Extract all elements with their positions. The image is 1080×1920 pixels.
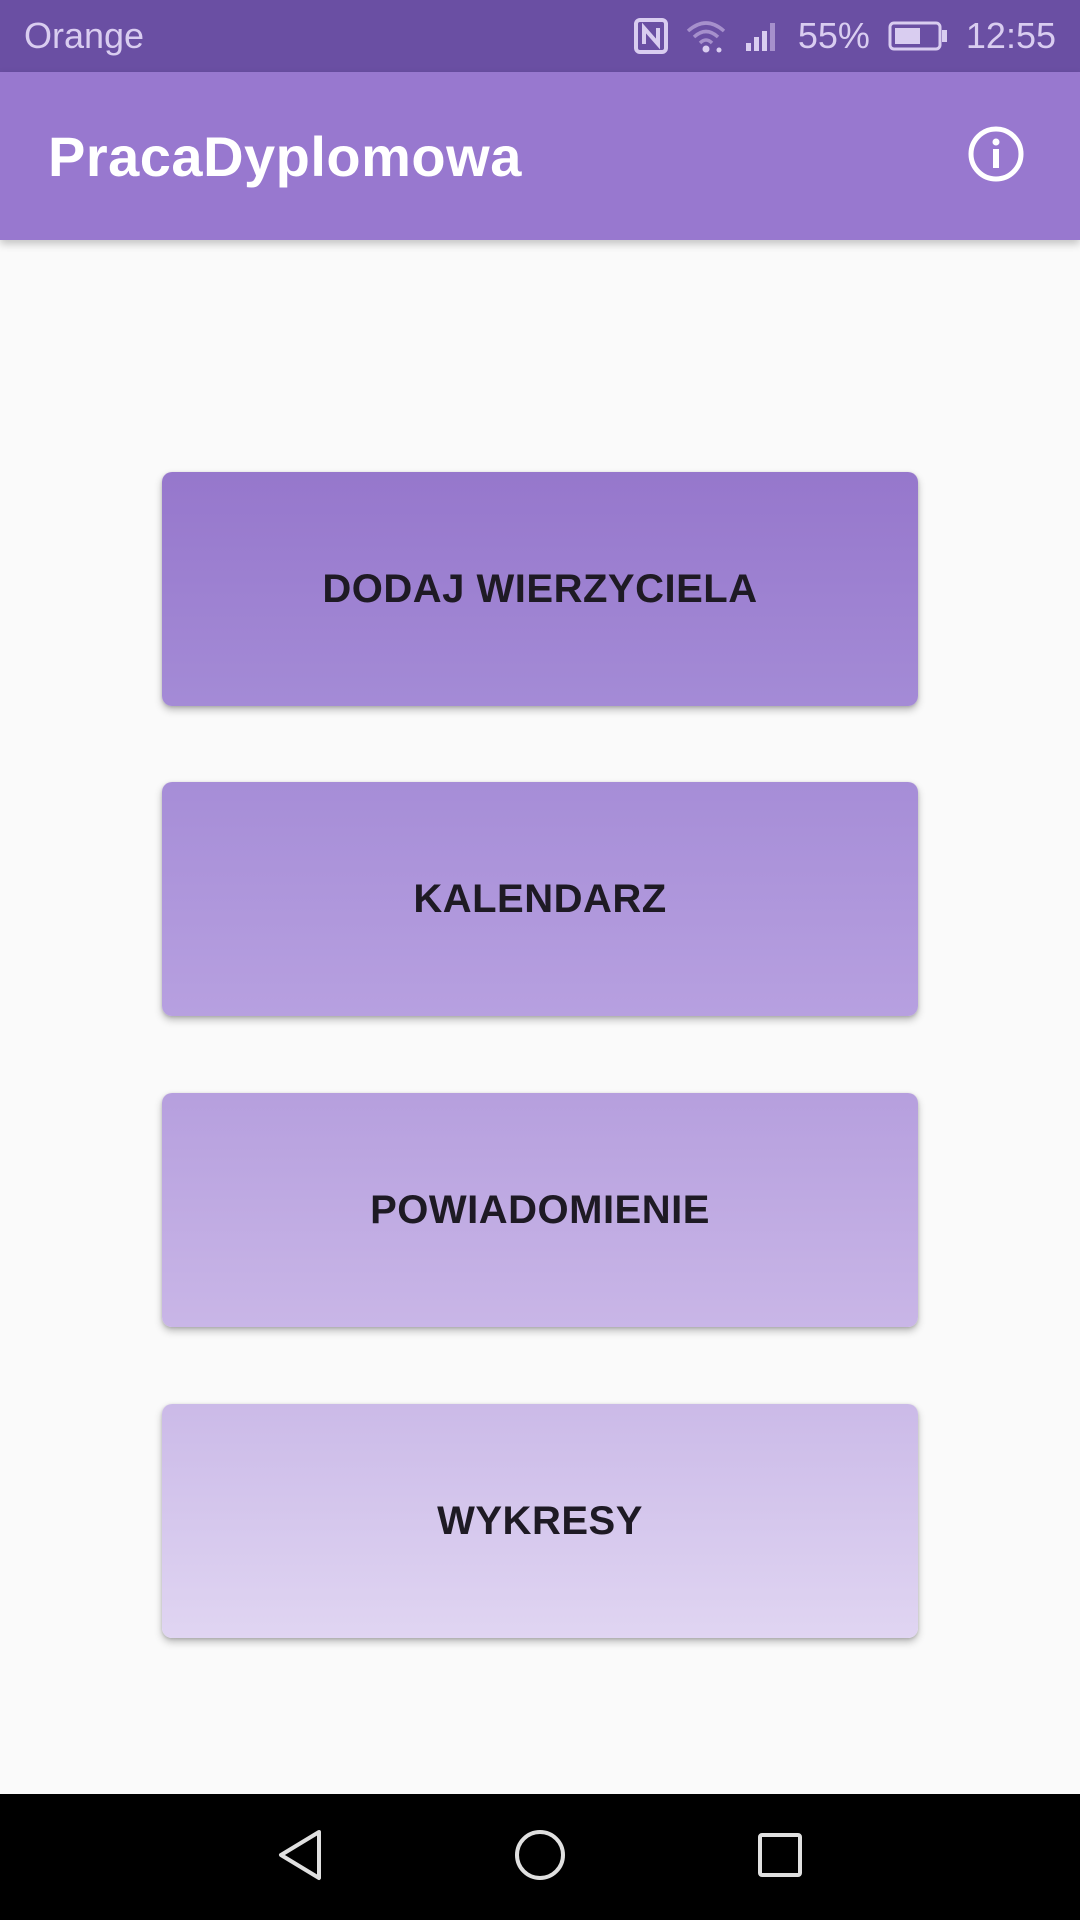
navigation-bar xyxy=(0,1794,1080,1920)
status-indicators: 55% 12:55 xyxy=(633,15,1056,57)
notification-button[interactable]: POWIADOMIENIE xyxy=(162,1093,918,1327)
nfc-icon xyxy=(633,18,668,54)
signal-icon xyxy=(744,19,780,53)
screen: Orange 55% 12:55 PracaDyplomowa DODAJ WI… xyxy=(0,0,1080,1920)
carrier-name: Orange xyxy=(24,15,145,56)
add-creditor-button[interactable]: DODAJ WIERZYCIELA xyxy=(162,472,918,706)
status-bar: Orange 55% 12:55 xyxy=(0,0,1080,72)
recents-button[interactable] xyxy=(720,1794,840,1920)
back-icon xyxy=(275,1828,325,1887)
wifi-icon xyxy=(686,19,726,53)
home-button[interactable] xyxy=(480,1794,600,1920)
charts-button[interactable]: WYKRESY xyxy=(162,1404,918,1638)
home-icon xyxy=(513,1828,567,1887)
clock: 12:55 xyxy=(965,15,1056,56)
back-button[interactable] xyxy=(240,1794,360,1920)
info-button[interactable] xyxy=(960,120,1032,192)
battery-percent: 55% xyxy=(797,15,870,56)
battery-icon xyxy=(888,21,948,51)
app-bar: PracaDyplomowa xyxy=(0,72,1080,240)
recents-icon xyxy=(756,1831,804,1884)
app-title: PracaDyplomowa xyxy=(48,124,522,188)
calendar-button[interactable]: KALENDARZ xyxy=(162,782,918,1016)
info-icon xyxy=(966,124,1026,189)
